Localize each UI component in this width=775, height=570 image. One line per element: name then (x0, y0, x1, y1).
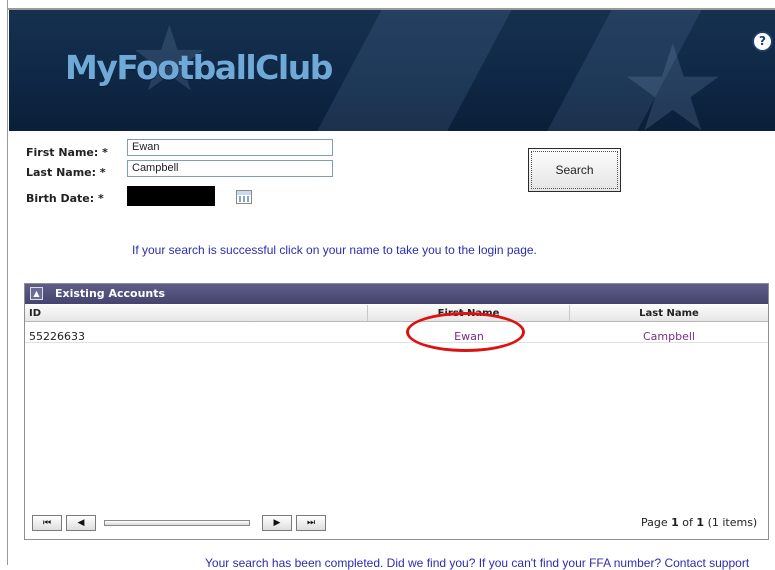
last-page-button[interactable]: ⏭ (296, 515, 326, 531)
search-hint: If your search is successful click on yo… (132, 243, 537, 257)
next-page-button[interactable]: ▶ (262, 515, 292, 531)
page-current: 1 (671, 516, 679, 529)
page-items-count: (1 items) (707, 516, 758, 529)
calendar-icon[interactable] (236, 190, 252, 204)
page-of: of (682, 516, 693, 529)
first-name-label: First Name: * (26, 146, 108, 159)
birth-date-label: Birth Date: * (26, 192, 104, 205)
footer-message: Your search has been completed. Did we f… (205, 556, 750, 570)
search-button[interactable]: Search (528, 148, 621, 192)
grid-header-bar: ▲ Existing Accounts (25, 284, 768, 304)
existing-accounts-grid: ▲ Existing Accounts ID First Name Last N… (24, 283, 769, 540)
grid-title: Existing Accounts (55, 287, 166, 300)
page-left-border (7, 0, 8, 565)
first-name-field[interactable]: Ewan (127, 139, 333, 156)
last-name-label: Last Name: * (26, 166, 106, 179)
collapse-icon[interactable]: ▲ (30, 287, 43, 300)
highlight-ellipse (406, 312, 525, 352)
page-total: 1 (696, 516, 705, 529)
first-page-button[interactable]: ⏮ (32, 515, 62, 531)
column-header-last-name[interactable]: Last Name (570, 305, 768, 322)
last-name-field[interactable]: Campbell (127, 160, 333, 177)
birth-date-field[interactable] (215, 186, 235, 206)
row-separator (25, 342, 768, 343)
birth-date-redaction (127, 186, 215, 206)
column-header-id[interactable]: ID (25, 305, 368, 322)
banner-star-icon: ★ (619, 20, 727, 132)
help-icon[interactable]: ? (752, 31, 773, 52)
header-banner: ★ ★ MyFootballClub ? (9, 10, 775, 131)
previous-page-button[interactable]: ◀ (66, 515, 96, 531)
page-info-prefix: Page (641, 516, 668, 529)
pager-slider[interactable] (104, 520, 250, 526)
brand-logo: MyFootballClub (65, 48, 333, 87)
page-info: Page 1 of 1 (1 items) (641, 516, 757, 529)
